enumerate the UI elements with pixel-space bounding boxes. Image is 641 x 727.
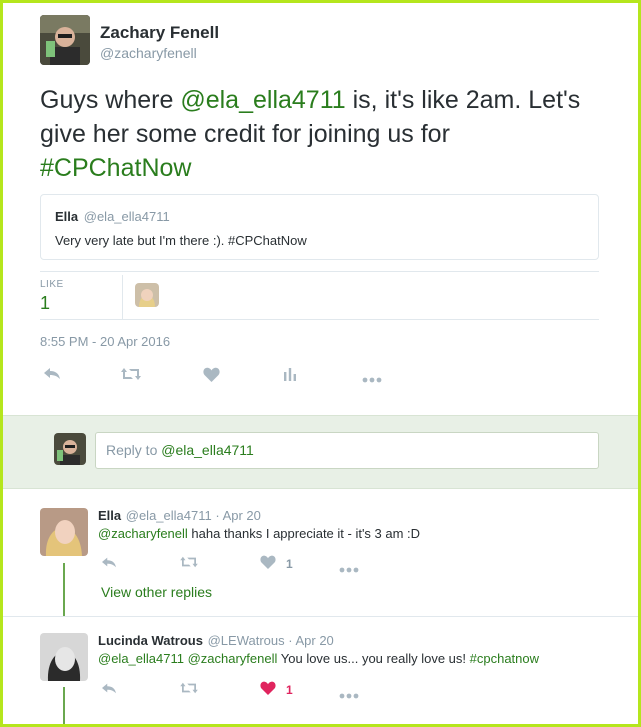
reply-icon[interactable] <box>101 555 117 574</box>
author-avatar[interactable] <box>40 15 90 65</box>
reply-avatar[interactable] <box>40 633 88 681</box>
reply-text-part: You love us... you really love us! <box>277 651 470 666</box>
reply-input-mention: @ela_ella4711 <box>161 442 254 458</box>
reply-header: Ella @ela_ella4711 · Apr 20 <box>98 508 261 523</box>
reply-name[interactable]: Lucinda Watrous <box>98 633 203 648</box>
liker-avatar[interactable] <box>135 283 159 307</box>
tweet-text: Guys where @ela_ella4711 is, it's like 2… <box>40 83 600 185</box>
reply-text-part: haha thanks I appreciate it - it's 3 am … <box>187 526 421 541</box>
reply-text: @zacharyfenell haha thanks I appreciate … <box>98 526 420 541</box>
avatar-image <box>40 15 90 65</box>
reply-input[interactable]: Reply to @ela_ella4711 <box>95 432 599 469</box>
likes-separator <box>122 275 123 319</box>
more-icon[interactable] <box>362 370 382 388</box>
reply-icon[interactable] <box>43 365 61 386</box>
heart-icon[interactable] <box>260 555 276 574</box>
quoted-handle: @ela_ella4711 <box>83 209 170 224</box>
author-handle[interactable]: @zacharyfenell <box>100 45 197 61</box>
thread-line <box>63 563 65 617</box>
quoted-tweet[interactable]: Ella @ela_ella4711 Very very late but I'… <box>40 194 599 260</box>
reply-mention-link[interactable]: @zacharyfenell <box>98 526 188 541</box>
reply-icon[interactable] <box>101 681 117 700</box>
reply-handle[interactable]: @ela_ella4711 <box>126 508 212 523</box>
divider <box>40 319 599 320</box>
reply-hashtag-link[interactable]: #cpchatnow <box>470 651 539 666</box>
reply-name[interactable]: Ella <box>98 508 121 523</box>
thread-line <box>63 687 65 724</box>
reply-avatar-image <box>40 633 88 681</box>
retweet-icon[interactable] <box>179 681 199 700</box>
current-user-avatar-image <box>54 433 86 465</box>
view-other-replies-link[interactable]: View other replies <box>101 584 212 600</box>
tweet-text-part: Guys where <box>40 86 181 114</box>
likes-count[interactable]: 1 <box>40 293 50 314</box>
reply-text: @ela_ella4711 @zacharyfenell You love us… <box>98 651 539 666</box>
author-name[interactable]: Zachary Fenell <box>100 23 219 43</box>
reply-header: Lucinda Watrous @LEWatrous · Apr 20 <box>98 633 334 648</box>
liker-avatar-image <box>135 283 159 307</box>
reply-separator: · <box>215 508 223 523</box>
tweet-frame: Zachary Fenell @zacharyfenell Guys where… <box>0 0 641 727</box>
like-count: 1 <box>286 557 293 571</box>
reply-mention-link[interactable]: @ela_ella4711 <box>98 651 184 666</box>
tweet-timestamp[interactable]: 8:55 PM - 20 Apr 2016 <box>40 334 170 349</box>
reply-date[interactable]: Apr 20 <box>295 633 333 648</box>
divider <box>3 616 638 617</box>
quoted-text: Very very late but I'm there :). #CPChat… <box>55 233 307 248</box>
quoted-header: Ella @ela_ella4711 <box>55 209 170 224</box>
more-icon[interactable] <box>339 686 359 704</box>
analytics-icon[interactable] <box>283 367 297 386</box>
reply-handle[interactable]: @LEWatrous <box>208 633 285 648</box>
reply-avatar-image <box>40 508 88 556</box>
reply-avatar[interactable] <box>40 508 88 556</box>
current-user-avatar <box>54 433 86 465</box>
retweet-icon[interactable] <box>179 555 199 574</box>
likes-label: LIKE <box>40 279 64 290</box>
tweet-mention-link[interactable]: @ela_ella4711 <box>180 86 345 114</box>
retweet-icon[interactable] <box>120 366 142 387</box>
tweet-hashtag-link[interactable]: #CPChatNow <box>40 154 191 182</box>
like-count: 1 <box>286 683 293 697</box>
reply-date[interactable]: Apr 20 <box>223 508 261 523</box>
reply-input-placeholder: Reply to <box>106 442 162 458</box>
divider <box>40 271 599 272</box>
reply-band: Reply to @ela_ella4711 <box>3 415 638 489</box>
more-icon[interactable] <box>339 560 359 578</box>
quoted-name: Ella <box>55 209 79 224</box>
reply-mention-link[interactable]: @zacharyfenell <box>188 651 278 666</box>
heart-icon-liked[interactable] <box>260 681 276 700</box>
heart-icon[interactable] <box>203 367 220 387</box>
